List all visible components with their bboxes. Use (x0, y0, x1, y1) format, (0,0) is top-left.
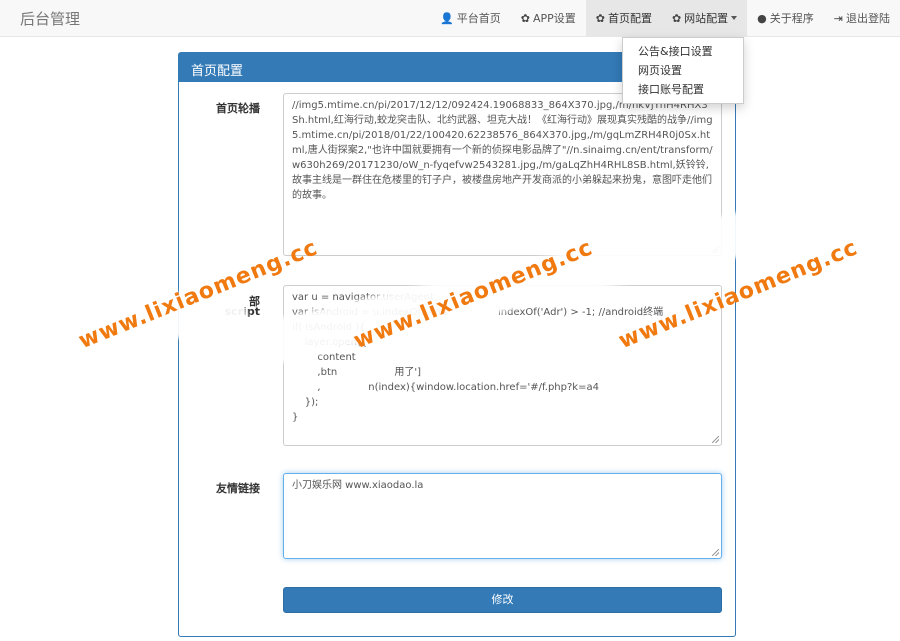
script-line: }); (292, 397, 319, 408)
site-config-dropdown: 公告&接口设置 网页设置 接口账号配置 (622, 37, 744, 104)
resize-handle[interactable] (712, 436, 719, 443)
dropdown-item-api-account[interactable]: 接口账号配置 (623, 80, 743, 99)
script-line: } (292, 412, 299, 423)
nav-item-label: 网站配置 (684, 12, 729, 25)
top-navbar: 后台管理 👤 平台首页 ✿ APP设置 ✿ 首页配置 ✿ 网站配置 ● 关于程序… (0, 0, 900, 37)
nav-item-site-config[interactable]: ✿ 网站配置 (661, 0, 748, 36)
script-line: content (292, 352, 356, 363)
script-line: , n(index){window.location.href='#/f.php… (292, 382, 599, 393)
logout-icon: ⇥ (833, 11, 843, 25)
nav-item-about[interactable]: ● 关于程序 (747, 0, 824, 36)
nav-item-label: 关于程序 (769, 12, 814, 25)
carousel-text: //img5.mtime.cn/pi/2017/12/12/092424.190… (292, 100, 713, 201)
gear-icon: ✿ (595, 11, 605, 25)
nav-item-label: 退出登陆 (846, 12, 890, 25)
caret-down-icon (731, 16, 738, 20)
dropdown-item-web-settings[interactable]: 网页设置 (623, 61, 743, 80)
nav-menu: 👤 平台首页 ✿ APP设置 ✿ 首页配置 ✿ 网站配置 ● 关于程序 ⇥ 退出… (430, 0, 900, 36)
lightbulb-icon: ● (757, 11, 767, 25)
user-icon: 👤 (440, 11, 454, 25)
friend-links-textarea[interactable]: 小刀娱乐网 www.xiaodao.la (283, 473, 722, 559)
friend-links-label: 友情链接 (216, 482, 260, 495)
gear-icon: ✿ (520, 11, 530, 25)
gear-icon: ✿ (671, 11, 682, 25)
nav-item-home-config[interactable]: ✿ 首页配置 (585, 0, 662, 36)
dropdown-item-notice-api[interactable]: 公告&接口设置 (623, 42, 743, 61)
friend-links-text: 小刀娱乐网 www.xiaodao.la (292, 480, 424, 491)
nav-item-label: APP设置 (532, 12, 576, 25)
brand-title[interactable]: 后台管理 (20, 8, 80, 29)
nav-item-logout[interactable]: ⇥ 退出登陆 (824, 0, 900, 36)
script-line: ,btn 用了'] (292, 367, 422, 378)
carousel-label: 首页轮播 (216, 102, 260, 115)
resize-handle[interactable] (712, 549, 719, 556)
nav-item-label: 平台首页 (456, 12, 501, 25)
nav-item-app-settings[interactable]: ✿ APP设置 (511, 0, 586, 36)
submit-button[interactable]: 修改 (283, 587, 722, 613)
nav-item-label: 首页配置 (607, 12, 652, 25)
nav-item-platform-home[interactable]: 👤 平台首页 (430, 0, 511, 36)
